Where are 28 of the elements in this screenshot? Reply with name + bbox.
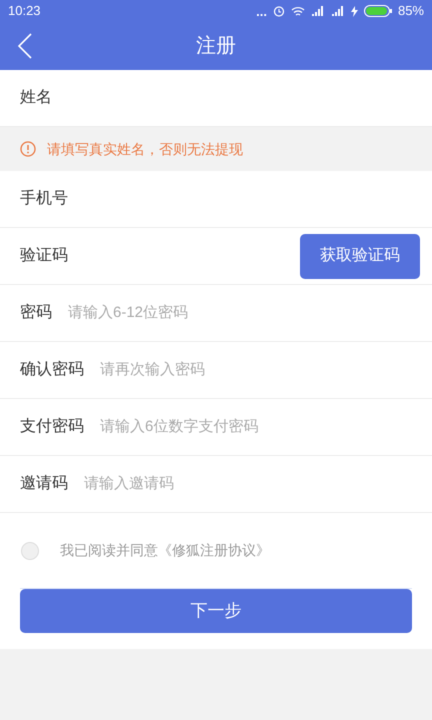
agree-checkbox[interactable] xyxy=(21,542,39,560)
page-title: 注册 xyxy=(196,34,236,59)
status-dots: ... xyxy=(256,4,267,18)
input-field[interactable]: 请输入6-12位密码 xyxy=(68,304,188,321)
next-button[interactable]: 下一步 xyxy=(20,589,412,633)
field-label: 姓名 xyxy=(20,88,52,108)
back-icon xyxy=(18,33,32,59)
alarm-icon xyxy=(272,5,285,17)
status-time: 10:23 xyxy=(8,2,41,20)
battery-percent: 85% xyxy=(398,2,424,20)
field-label: 支付密码 xyxy=(20,416,84,437)
field-label: 手机号 xyxy=(20,188,68,209)
field-label: 密码 xyxy=(20,302,52,323)
charging-icon xyxy=(350,6,358,16)
field-label: 验证码 xyxy=(20,246,68,266)
signal-icon xyxy=(330,6,345,16)
get-code-button[interactable]: 获取验证码 xyxy=(300,234,420,278)
input-field[interactable]: 请再次输入密码 xyxy=(100,361,205,378)
signal-icon xyxy=(310,6,325,16)
wifi-icon xyxy=(290,6,305,16)
warning-text: 请填写真实姓名，否则无法提现 xyxy=(47,140,243,158)
input-field[interactable]: 请输入邀请码 xyxy=(84,475,174,492)
battery-icon xyxy=(364,5,392,17)
field-label: 邀请码 xyxy=(20,474,68,494)
agreement-text[interactable]: 我已阅读并同意《修狐注册协议》 xyxy=(60,540,270,561)
field-label: 确认密码 xyxy=(20,360,84,380)
warning-icon xyxy=(20,141,36,157)
input-field[interactable]: 请输入6位数字支付密码 xyxy=(100,418,258,435)
